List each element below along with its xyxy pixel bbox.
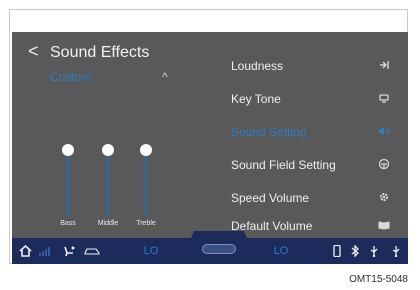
middle-slider-track bbox=[107, 150, 109, 216]
middle-label: Middle bbox=[97, 220, 119, 227]
usb-icon bbox=[388, 238, 404, 264]
left-temperature[interactable]: LO bbox=[140, 238, 162, 264]
figure-caption: OMT15-5048 bbox=[349, 274, 408, 285]
infotainment-screen: < Sound Effects Custom ^ Bass Middle Tre… bbox=[12, 32, 408, 264]
menu-item-label: Sound Setting bbox=[231, 125, 307, 139]
page-title: Sound Effects bbox=[50, 44, 150, 61]
status-bar: LO LO bbox=[12, 231, 408, 264]
bass-slider-knob[interactable] bbox=[62, 144, 74, 156]
key-tone-icon bbox=[374, 83, 394, 115]
usb-icon bbox=[366, 238, 382, 264]
treble-slider-track bbox=[145, 150, 147, 216]
right-temperature[interactable]: LO bbox=[270, 238, 292, 264]
treble-slider-knob[interactable] bbox=[140, 144, 152, 156]
center-control-icon[interactable] bbox=[202, 244, 236, 254]
middle-slider-knob[interactable] bbox=[102, 144, 114, 156]
back-chevron-icon[interactable]: < bbox=[28, 41, 39, 61]
bass-slider-track bbox=[67, 150, 69, 216]
phone-icon[interactable] bbox=[330, 238, 344, 264]
car-icon[interactable] bbox=[82, 238, 102, 264]
preset-selector[interactable]: Custom bbox=[50, 70, 91, 84]
home-icon[interactable] bbox=[16, 238, 34, 264]
treble-label: Treble bbox=[136, 220, 156, 227]
menu-item-key-tone[interactable]: Key Tone bbox=[217, 83, 408, 115]
speaker-icon bbox=[374, 116, 394, 148]
signal-strength-icon bbox=[36, 238, 56, 264]
menu-item-sound-field-setting[interactable]: Sound Field Setting bbox=[217, 149, 408, 181]
bluetooth-icon bbox=[348, 238, 362, 264]
seat-icon[interactable] bbox=[60, 238, 78, 264]
menu-item-label: Sound Field Setting bbox=[231, 158, 336, 172]
sound-field-icon bbox=[374, 149, 394, 181]
sound-effects-panel: < Sound Effects Custom ^ Bass Middle Tre… bbox=[12, 32, 208, 238]
bass-label: Bass bbox=[60, 220, 76, 227]
menu-item-label: Key Tone bbox=[231, 92, 281, 106]
menu-item-sound-setting[interactable]: Sound Setting bbox=[217, 116, 408, 148]
menu-item-label: Loudness bbox=[231, 59, 284, 73]
loudness-icon bbox=[374, 50, 394, 82]
chevron-up-icon[interactable]: ^ bbox=[162, 70, 168, 84]
menu-item-loudness[interactable]: Loudness bbox=[217, 50, 408, 82]
